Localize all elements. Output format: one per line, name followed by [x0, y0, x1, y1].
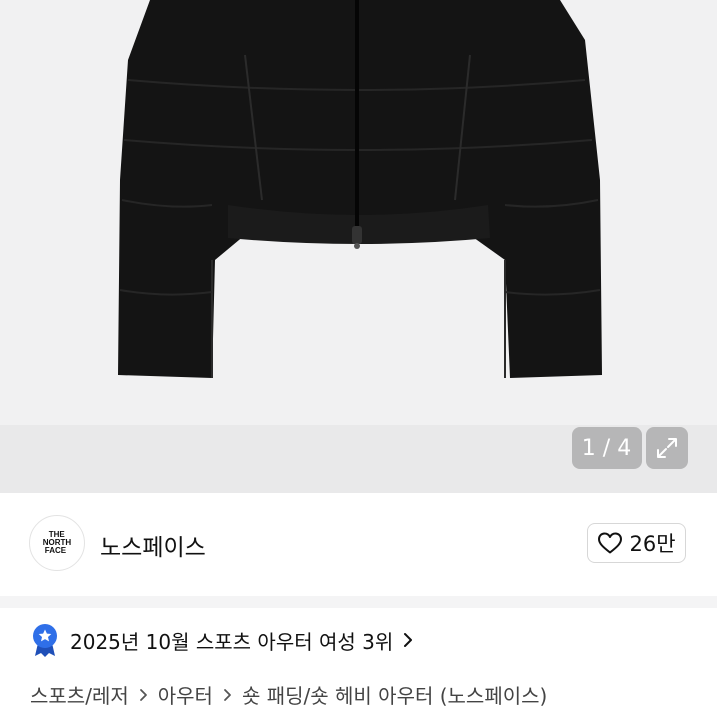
brand-logo[interactable]: THE NORTH FACE — [29, 515, 85, 571]
counter-current: 1 — [581, 435, 597, 461]
image-page-counter: 1 / 4 — [572, 427, 642, 469]
counter-total: 4 — [617, 435, 633, 461]
chevron-right-icon — [223, 688, 232, 702]
breadcrumb-item-outer[interactable]: 아우터 — [158, 680, 213, 709]
chevron-right-icon — [139, 688, 148, 702]
like-button[interactable]: 26만 — [587, 523, 686, 563]
breadcrumb-item-sports[interactable]: 스포츠/레저 — [30, 680, 129, 709]
ranking-link[interactable]: 2025년 10월 스포츠 아우터 여성 3위 — [30, 622, 413, 658]
breadcrumb-item-short-padding[interactable]: 숏 패딩/숏 헤비 아우터 (노스페이스) — [242, 680, 547, 709]
brand-name[interactable]: 노스페이스 — [100, 528, 206, 562]
expand-icon — [657, 438, 677, 458]
like-count: 26만 — [629, 532, 676, 556]
counter-separator: / — [602, 435, 612, 461]
expand-image-button[interactable] — [646, 427, 688, 469]
ranking-text: 2025년 10월 스포츠 아우터 여성 3위 — [70, 629, 394, 654]
jacket-product-image — [118, 0, 602, 378]
ribbon-badge-icon — [33, 624, 57, 657]
section-divider — [0, 596, 717, 608]
logo-line-3: FACE — [44, 546, 67, 555]
chevron-right-icon — [404, 633, 413, 647]
brand-logo-wordmark: THE NORTH FACE — [43, 531, 71, 555]
breadcrumb: 스포츠/레저 아우터 숏 패딩/숏 헤비 아우터 (노스페이스) — [30, 680, 547, 709]
product-image-gallery[interactable]: 1 / 4 — [0, 0, 717, 493]
heart-icon — [598, 532, 623, 554]
brand-row: THE NORTH FACE 노스페이스 26만 — [0, 500, 717, 586]
